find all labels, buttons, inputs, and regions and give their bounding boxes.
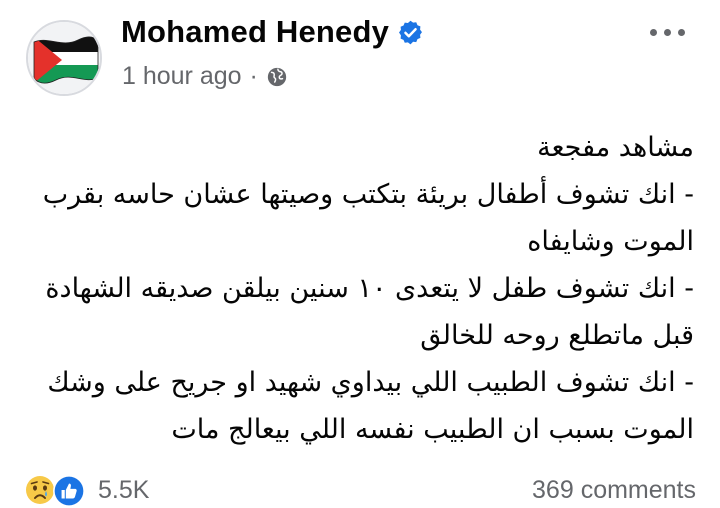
post-line: الموت بسبب ان الطبيب نفسه اللي بيعالج ما…: [171, 414, 694, 445]
globe-icon[interactable]: [266, 66, 288, 88]
more-dot: [650, 29, 657, 36]
like-reaction-icon: [53, 475, 85, 507]
post-body: مشاهد مفجعة - انك تشوف أطفال بريئة بتكتب…: [30, 124, 694, 453]
more-options-icon[interactable]: [650, 24, 686, 40]
post-line: - انك تشوف الطبيب اللي بيداوي شهيد او جر…: [47, 367, 694, 398]
more-dot: [664, 29, 671, 36]
post-line: الموت وشايفاه: [527, 226, 694, 257]
reaction-count[interactable]: 5.5K: [98, 476, 149, 505]
palestine-flag-avatar: [28, 22, 100, 94]
author-name[interactable]: Mohamed Henedy: [121, 14, 389, 50]
meta-separator: ·: [249, 62, 258, 90]
author-row: Mohamed Henedy: [121, 14, 424, 50]
post-line: قبل ماتطلع روحه للخالق: [420, 320, 694, 351]
post-line: مشاهد مفجعة: [537, 132, 694, 163]
post-footer: 5.5K 369 comments: [0, 468, 720, 507]
verified-badge-icon: [397, 19, 424, 46]
post-line: - انك تشوف طفل لا يتعدى ١٠ سنين بيلقن صد…: [45, 273, 694, 304]
comments-count[interactable]: 369 comments: [532, 476, 696, 505]
post-timestamp[interactable]: 1 hour ago: [122, 62, 242, 91]
reaction-icons[interactable]: [24, 474, 90, 508]
more-dot: [678, 29, 685, 36]
author-avatar[interactable]: [26, 20, 102, 96]
post-line: - انك تشوف أطفال بريئة بتكتب وصيتها عشان…: [42, 179, 694, 210]
post-header: Mohamed Henedy 1 hour ago ·: [0, 0, 720, 110]
post-meta: 1 hour ago ·: [122, 62, 288, 91]
